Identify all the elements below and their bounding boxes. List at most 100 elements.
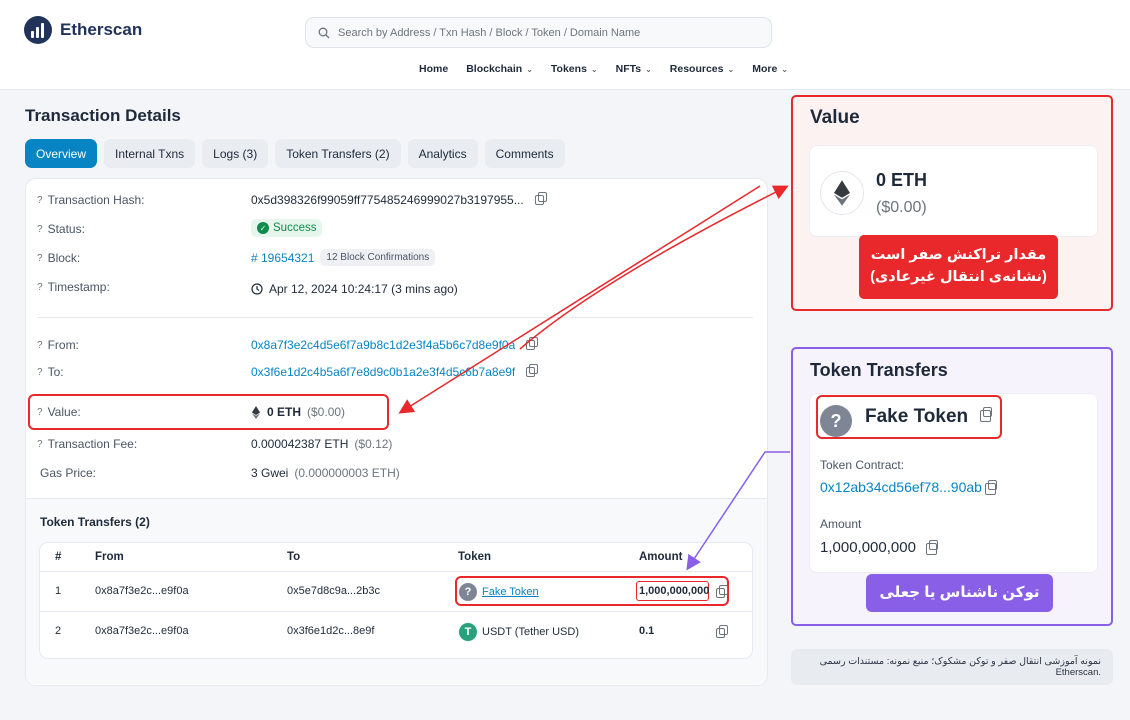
- chevron-down-icon: ⌄: [590, 64, 598, 74]
- check-circle-icon: ✓: [257, 222, 269, 234]
- row-from-link[interactable]: 0x8a7f3e2c...e9f0a: [95, 585, 189, 597]
- row-to-link[interactable]: 0x3f6e1d2c...8e9f: [287, 625, 374, 637]
- value-label: ? Value:: [37, 405, 81, 419]
- block-link[interactable]: # 19654321: [251, 251, 314, 265]
- value-panel-usd: ($0.00): [876, 199, 927, 216]
- col-header-from: From: [95, 551, 124, 563]
- token-contract-link[interactable]: 0x12ab34cd56ef78...90ab: [820, 479, 982, 495]
- nav-resources[interactable]: Resources ⌄: [670, 63, 734, 75]
- search-icon: [318, 27, 330, 38]
- search-input[interactable]: [338, 26, 758, 39]
- nav-home[interactable]: Home: [419, 63, 448, 75]
- contract-copy: [980, 480, 997, 500]
- to-value: 0x3f6e1d2c4b5a6f7e8d9c0b1a2e3f4d5c6b7a8e…: [251, 364, 539, 379]
- token-transfers-title: Token Transfers (2): [40, 515, 150, 529]
- token-panel-title: Token Transfers: [810, 360, 948, 380]
- tab-overview[interactable]: Overview: [25, 139, 98, 168]
- tx-hash-label: ? Transaction Hash:: [37, 193, 145, 207]
- token-amount-value: 1,000,000,000: [820, 539, 916, 556]
- chevron-down-icon: ⌄: [526, 64, 533, 74]
- ethereum-icon: [251, 405, 261, 419]
- help-icon: ?: [37, 339, 43, 351]
- logo-text: Etherscan: [60, 20, 143, 39]
- block-confirmations-badge: 12 Block Confirmations: [320, 249, 436, 266]
- copy-icon[interactable]: [526, 364, 539, 377]
- copy-icon[interactable]: [985, 480, 997, 495]
- tab-analytics[interactable]: Analytics: [407, 139, 478, 168]
- divider: [37, 317, 753, 318]
- row-from-link[interactable]: 0x8a7f3e2c...e9f0a: [95, 625, 189, 637]
- row-number: 2: [55, 625, 62, 637]
- from-label: ? From:: [37, 338, 79, 352]
- fee-value: 0.000042387 ETH ($0.12): [251, 437, 393, 451]
- help-icon: ?: [37, 366, 43, 378]
- tether-icon: T: [459, 623, 477, 641]
- etherscan-logo[interactable]: Etherscan: [24, 16, 142, 44]
- value-value: 0 ETH ($0.00): [251, 405, 345, 419]
- token-amount-label: Amount: [820, 517, 862, 531]
- search-bar[interactable]: [305, 17, 772, 48]
- from-address-link[interactable]: 0x8a7f3e2c4d5e6f7a9b8c1d2e3f4a5b6c7d8e9f…: [251, 338, 515, 352]
- copy-icon[interactable]: [926, 540, 938, 555]
- col-header-to: To: [287, 551, 301, 563]
- gas-label: Gas Price:: [40, 466, 97, 480]
- chevron-down-icon: ⌄: [781, 64, 788, 74]
- copy-icon[interactable]: [526, 337, 539, 350]
- usdt-token-link[interactable]: USDT (Tether USD): [482, 626, 579, 638]
- help-icon: ?: [37, 252, 43, 264]
- help-icon: ?: [37, 438, 43, 450]
- tab-internal-txns[interactable]: Internal Txns: [104, 139, 196, 168]
- row-copy: [711, 585, 728, 603]
- help-icon: ?: [37, 281, 43, 293]
- token-panel-name: Fake Token: [865, 406, 969, 427]
- to-address-link[interactable]: 0x3f6e1d2c4b5a6f7e8d9c0b1a2e3f4d5c6b7a8e…: [251, 365, 515, 379]
- from-value: 0x8a7f3e2c4d5e6f7a9b8c1d2e3f4a5b6c7d8e9f…: [251, 337, 539, 352]
- nav-tokens[interactable]: Tokens ⌄: [551, 63, 598, 75]
- tx-hash-value: 0x5d398326f99059ff775485246999027b319795…: [251, 192, 547, 207]
- help-icon: ?: [37, 406, 43, 418]
- fake-token-link[interactable]: Fake Token: [482, 586, 539, 598]
- copy-icon[interactable]: [716, 625, 728, 638]
- col-header-amount: Amount: [639, 551, 683, 563]
- block-value: # 19654321 12 Block Confirmations: [251, 249, 436, 266]
- gas-value: 3 Gwei (0.000000003 ETH): [251, 466, 400, 480]
- help-icon: ?: [37, 223, 43, 235]
- clock-icon: [251, 283, 263, 295]
- col-header-number: #: [55, 551, 62, 563]
- main-nav: Home Blockchain ⌄ Tokens ⌄ NFTs ⌄ Resources…: [419, 63, 788, 75]
- tab-logs[interactable]: Logs (3): [202, 139, 269, 168]
- tab-token-transfers[interactable]: Token Transfers (2): [275, 139, 401, 168]
- status-label: ? Status:: [37, 222, 85, 236]
- token-name-copy: [975, 407, 992, 427]
- nav-more[interactable]: More ⌄: [752, 63, 788, 75]
- col-header-token: Token: [458, 551, 492, 563]
- token-contract-label: Token Contract:: [820, 458, 905, 472]
- row-number: 1: [55, 585, 62, 597]
- chevron-down-icon: ⌄: [645, 64, 652, 74]
- row-to-link[interactable]: 0x5e7d8c9a...2b3c: [287, 585, 380, 597]
- ethereum-icon: [820, 171, 864, 215]
- row-amount: 0.1: [639, 625, 655, 637]
- unknown-token-icon: ?: [459, 583, 477, 601]
- copy-icon[interactable]: [980, 407, 992, 422]
- tab-comments[interactable]: Comments: [484, 139, 565, 168]
- unknown-token-icon: ?: [820, 405, 852, 437]
- table-divider: [40, 611, 752, 612]
- nav-nfts[interactable]: NFTs ⌄: [616, 63, 652, 75]
- block-label: ? Block:: [37, 251, 81, 265]
- timestamp-value: Apr 12, 2024 10:24:17 (3 mins ago): [251, 282, 458, 296]
- tab-bar: Overview Internal Txns Logs (3) Token Tr…: [25, 139, 565, 168]
- status-badge: ✓ Success: [251, 219, 323, 237]
- fee-label: ? Transaction Fee:: [37, 437, 138, 451]
- chevron-down-icon: ⌄: [727, 64, 735, 74]
- zero-value-warning-label: مقدار تراکنش صفر است (نشانه‌ی انتقال غیر…: [859, 235, 1058, 299]
- copy-icon[interactable]: [534, 192, 547, 205]
- source-footnote: نمونه آموزشی انتقال صفر و توکن مشکوک؛ من…: [791, 649, 1113, 685]
- fake-token-warning-label: توکن ناشناس یا جعلی: [866, 574, 1053, 612]
- nav-blockchain[interactable]: Blockchain ⌄: [466, 63, 533, 75]
- value-panel-eth: 0 ETH: [876, 170, 928, 190]
- table-divider: [40, 571, 752, 572]
- row-amount: 1,000,000,000: [639, 585, 710, 597]
- copy-icon[interactable]: [716, 585, 728, 598]
- row-copy: [711, 625, 728, 643]
